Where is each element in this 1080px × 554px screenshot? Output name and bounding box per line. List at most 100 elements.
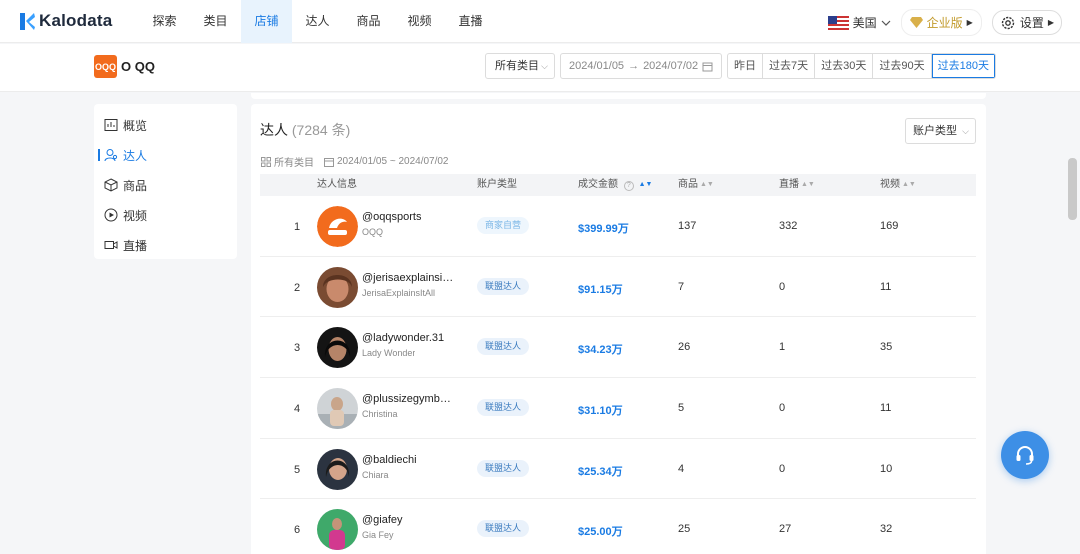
account-type-badge: 联盟达人 <box>477 459 530 477</box>
videos-count: 35 <box>880 341 893 354</box>
caret-right-icon: ▶ <box>966 18 973 27</box>
nav-item-product[interactable]: 商品 <box>343 0 394 43</box>
videos-count: 10 <box>880 462 893 475</box>
live-count: 27 <box>779 523 792 536</box>
creator-handle[interactable]: @oqqsports <box>362 211 421 223</box>
region-selector[interactable]: 美国 <box>827 14 891 31</box>
settings-button[interactable]: 设置 ▶ <box>991 10 1062 35</box>
table-row[interactable]: 2 @jerisaexplainsit… JerisaExplainsItAll… <box>260 257 976 318</box>
table-row[interactable]: 5 @baldiechi Chiara 联盟达人 $25.34万 4 0 10 <box>260 439 976 500</box>
nav-item-creator[interactable]: 达人 <box>292 0 343 43</box>
creator-handle[interactable]: @ladywonder.31 <box>362 332 444 344</box>
creators-title: 达人 (7284 条) <box>260 120 350 140</box>
range-7d[interactable]: 过去7天 <box>763 54 816 78</box>
products-count: 26 <box>678 341 691 354</box>
videos-count: 32 <box>880 523 893 536</box>
support-chat-button[interactable] <box>1001 431 1049 479</box>
sort-icon[interactable]: ▲▼ <box>902 174 916 196</box>
creators-card: 达人 (7284 条) 账户类型 ⌵ 所有类目 2024/01/05 ~ 202… <box>251 104 986 554</box>
live-count: 0 <box>779 280 786 293</box>
headset-icon <box>1016 446 1034 465</box>
col-live[interactable]: 直播 ▲▼ <box>779 174 815 196</box>
category-select[interactable]: 所有类目 ⌵ <box>485 53 555 79</box>
gmv-value: $25.34万 <box>578 465 623 478</box>
avatar[interactable] <box>317 327 358 369</box>
products-count: 4 <box>678 462 685 475</box>
diamond-icon <box>909 17 923 28</box>
creators-title-text: 达人 <box>260 122 288 138</box>
calendar-icon <box>324 157 334 167</box>
sort-icon[interactable]: ▲▼ <box>801 174 815 196</box>
sidebar-item-videos[interactable]: 视频 <box>94 200 237 230</box>
row-rank: 5 <box>294 463 301 476</box>
creator-name: JerisaExplainsItAll <box>362 287 436 298</box>
account-type-select-label: 账户类型 <box>913 125 957 137</box>
account-type-select[interactable]: 账户类型 ⌵ <box>905 118 976 144</box>
creators-table-body: 1 @oqqsports OQQ 商家自营 $399.99万 137 332 1… <box>260 196 976 554</box>
col-videos[interactable]: 视频 ▲▼ <box>880 174 916 196</box>
caret-right-icon: ▶ <box>1047 18 1054 27</box>
nav-item-live[interactable]: 直播 <box>445 0 496 43</box>
sort-icon[interactable]: ▲▼ <box>700 174 714 196</box>
range-90d[interactable]: 过去90天 <box>873 54 932 78</box>
products-count: 5 <box>678 402 685 415</box>
box-icon <box>104 178 118 192</box>
col-creator-info: 达人信息 <box>317 179 357 190</box>
table-row[interactable]: 3 @ladywonder.31 Lady Wonder 联盟达人 $34.23… <box>260 317 976 379</box>
table-row[interactable]: 6 @giafey Gia Fey 联盟达人 $25.00万 25 27 32 <box>260 499 976 554</box>
settings-label: 设置 <box>1019 16 1044 30</box>
creator-handle[interactable]: @baldiechi <box>362 454 417 466</box>
applied-category-label: 所有类目 <box>274 158 314 169</box>
col-account-type: 账户类型 <box>477 179 517 190</box>
nav-item-explore[interactable]: 探索 <box>139 0 190 43</box>
enterprise-button[interactable]: 企业版 ▶ <box>900 9 982 36</box>
calendar-icon <box>702 62 713 71</box>
enterprise-label: 企业版 <box>926 16 963 30</box>
range-180d[interactable]: 过去180天 <box>931 54 995 78</box>
creator-name: Chiara <box>362 469 389 480</box>
row-rank: 1 <box>294 221 301 233</box>
sidebar-item-overview[interactable]: 概览 <box>94 110 237 140</box>
page-scrollbar[interactable] <box>1068 158 1077 220</box>
creator-name: Gia Fey <box>362 530 394 541</box>
creator-handle[interactable]: @giafey <box>362 514 403 526</box>
category-select-value: 所有类目 <box>495 60 539 72</box>
sidebar-item-products[interactable]: 商品 <box>94 170 237 200</box>
creator-name: OQQ <box>362 227 384 237</box>
nav-item-video[interactable]: 视频 <box>394 0 445 43</box>
sidebar-item-label: 视频 <box>123 208 148 223</box>
avatar[interactable] <box>317 388 358 430</box>
sidebar-item-live[interactable]: 直播 <box>94 230 237 260</box>
sidebar-item-creators[interactable]: 达人 <box>94 140 237 170</box>
videos-count: 169 <box>880 220 899 232</box>
avatar[interactable] <box>317 509 358 551</box>
creator-handle[interactable]: @plussizegymbe… <box>362 393 454 405</box>
row-rank: 3 <box>294 342 301 355</box>
live-count: 0 <box>779 402 786 415</box>
nav-item-shop[interactable]: 店铺 <box>241 0 292 43</box>
avatar[interactable] <box>317 206 358 247</box>
account-type-badge: 联盟达人 <box>477 277 530 295</box>
creator-handle[interactable]: @jerisaexplainsit… <box>362 272 454 284</box>
col-videos-label: 视频 <box>880 179 900 190</box>
table-row[interactable]: 4 @plussizegymbe… Christina 联盟达人 $31.10万… <box>260 378 976 439</box>
gmv-value: $31.10万 <box>578 405 623 418</box>
help-icon[interactable]: ? <box>623 181 634 191</box>
col-gmv[interactable]: 成交金额 ? ▲▼ <box>578 174 652 196</box>
user-icon <box>104 149 118 162</box>
sort-desc-icon[interactable]: ▲▼ <box>639 174 653 196</box>
table-row[interactable]: 1 @oqqsports OQQ 商家自营 $399.99万 137 332 1… <box>260 196 976 257</box>
range-yesterday[interactable]: 昨日 <box>728 54 763 78</box>
kalodata-logo[interactable]: Kalodata <box>20 11 112 31</box>
date-end: 2024/07/02 <box>643 60 699 72</box>
sidebar-item-label: 直播 <box>123 238 148 253</box>
avatar[interactable] <box>317 266 358 308</box>
nav-item-category[interactable]: 类目 <box>190 0 241 43</box>
date-range-picker[interactable]: 2024/01/05 → 2024/07/02 <box>560 53 722 79</box>
avatar[interactable] <box>317 448 358 490</box>
brand-name: Kalodata <box>39 11 113 30</box>
col-products[interactable]: 商品 ▲▼ <box>678 174 714 196</box>
grid-icon <box>261 156 271 167</box>
range-30d[interactable]: 过去30天 <box>815 54 874 78</box>
region-label: 美国 <box>852 16 877 30</box>
